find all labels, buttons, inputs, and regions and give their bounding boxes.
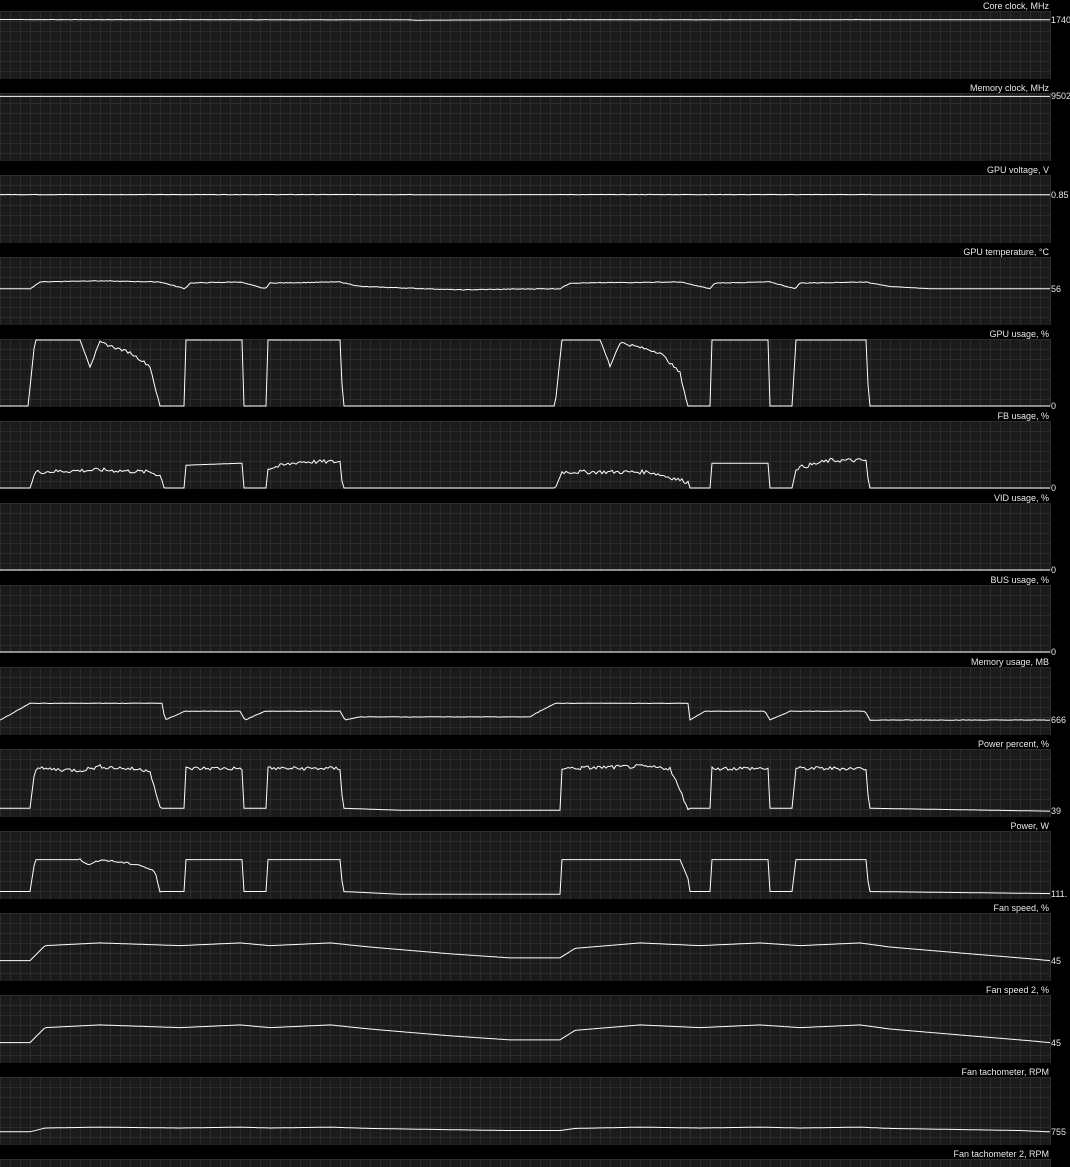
current-value-label: 755 — [1051, 1126, 1067, 1137]
plot-background — [0, 1159, 1050, 1167]
graph-plot — [0, 749, 1051, 817]
graph-panel-fan-speed-2: Fan speed 2, % 45 — [0, 984, 1070, 1066]
graph-plot — [0, 11, 1051, 79]
graph-plot — [0, 667, 1051, 735]
graph-panel-memory-clock-mhz: Memory clock, MHz 9502 — [0, 82, 1070, 164]
graph-plot — [0, 339, 1051, 407]
graph-title: GPU usage, % — [989, 329, 1049, 339]
graph-plot — [0, 1159, 1051, 1167]
graph-title: Fan speed, % — [993, 903, 1049, 913]
graph-plot — [0, 175, 1051, 243]
graph-title: Fan tachometer 2, RPM — [953, 1149, 1049, 1159]
graph-title: FB usage, % — [997, 411, 1049, 421]
current-value-label: 9502 — [1051, 91, 1070, 102]
current-value-label: 56 — [1051, 283, 1062, 294]
current-value-label: 39 — [1051, 806, 1062, 817]
graph-plot — [0, 257, 1051, 325]
graph-panel-core-clock-mhz: Core clock, MHz 1740 — [0, 0, 1070, 82]
graph-plot — [0, 831, 1051, 899]
graph-title: GPU temperature, °C — [963, 247, 1049, 257]
current-value-label: 1740 — [1051, 14, 1070, 25]
graph-panel-fan-tachometer-rpm: Fan tachometer, RPM 755 — [0, 1066, 1070, 1148]
current-value-label: 0.85 — [1051, 189, 1069, 200]
graph-title: Fan tachometer, RPM — [961, 1067, 1049, 1077]
current-value-label: 45 — [1051, 1037, 1062, 1048]
graph-panel-power-percent: Power percent, % 39 — [0, 738, 1070, 820]
current-value-label: 111. — [1051, 888, 1068, 899]
graph-panel-vid-usage: VID usage, % 0 — [0, 492, 1070, 575]
graph-panel-fan-tachometer-2-rpm: Fan tachometer 2, RPM — [0, 1148, 1070, 1167]
graph-panel-memory-usage-mb: Memory usage, MB 666 — [0, 656, 1070, 738]
graph-plot — [0, 913, 1051, 981]
graph-panel-gpu-voltage-v: GPU voltage, V 0.85 — [0, 164, 1070, 246]
graph-title: VID usage, % — [993, 493, 1049, 503]
current-value-label: 666 — [1051, 715, 1067, 726]
graph-title: BUS usage, % — [990, 575, 1049, 585]
graph-title: Power percent, % — [977, 739, 1049, 749]
series-line-core-clock-mhz — [0, 18, 1050, 21]
graph-panel-bus-usage: BUS usage, % 0 — [0, 574, 1070, 657]
graph-panel-power-w: Power, W 111. — [0, 820, 1070, 902]
graph-title: GPU voltage, V — [986, 165, 1049, 175]
graph-panel-gpu-usage: GPU usage, % 0 — [0, 328, 1070, 411]
current-value-label: 45 — [1051, 955, 1062, 966]
graph-title: Memory clock, MHz — [969, 83, 1049, 93]
graph-plot — [0, 93, 1051, 161]
graph-plot — [0, 1077, 1051, 1145]
graph-plot — [0, 585, 1051, 653]
graph-panel-fb-usage: FB usage, % 0 — [0, 410, 1070, 493]
graph-panel-gpu-temperature-c: GPU temperature, °C 56 — [0, 246, 1070, 328]
graph-panel-fan-speed: Fan speed, % 45 — [0, 902, 1070, 984]
graph-title: Core clock, MHz — [982, 1, 1049, 11]
graph-plot — [0, 995, 1051, 1063]
hardware-monitor-graphs: Core clock, MHz 1740 Memory clock, MHz 9502… — [0, 0, 1070, 1167]
graph-title: Memory usage, MB — [970, 657, 1049, 667]
graph-title: Fan speed 2, % — [985, 985, 1049, 995]
graph-plot — [0, 503, 1051, 571]
graph-title: Power, W — [1010, 821, 1049, 831]
graph-plot — [0, 421, 1051, 489]
